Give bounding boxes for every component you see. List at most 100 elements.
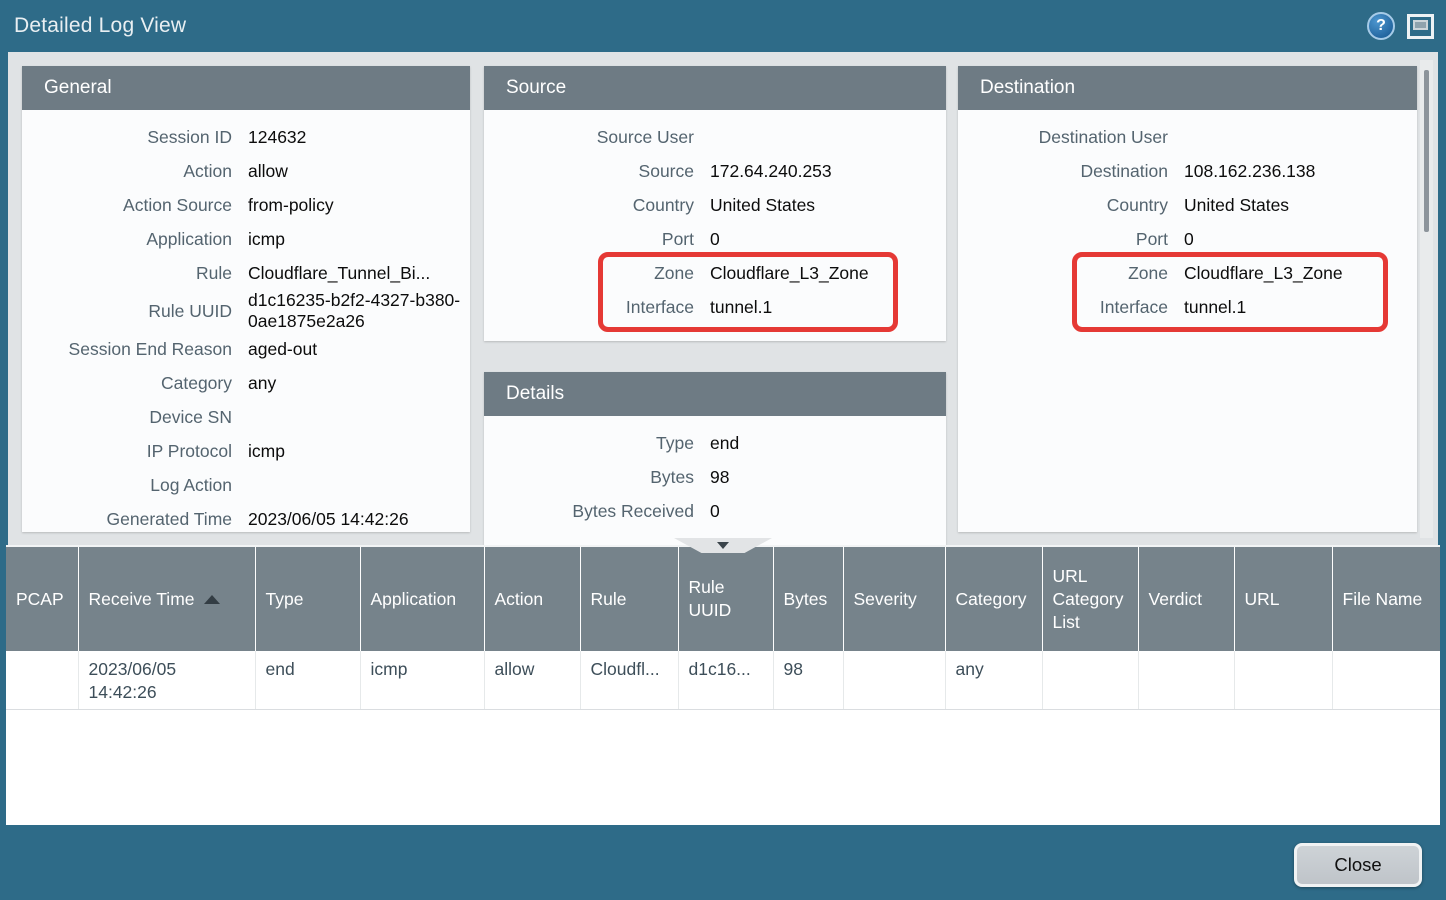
details-panel: Details TypeendBytes98Bytes Received0: [484, 372, 946, 545]
cell-application: icmp: [360, 651, 484, 710]
column-header-url[interactable]: URL: [1234, 547, 1332, 651]
destination-panel-body: Destination User Destination108.162.236.1…: [958, 110, 1417, 324]
column-header-label-file-name: File Name: [1343, 588, 1423, 611]
destination-field-country: CountryUnited States: [958, 188, 1417, 222]
dialog-title: Detailed Log View: [14, 14, 186, 38]
column-header-label-action: Action: [495, 588, 544, 611]
cell-action: allow: [484, 651, 580, 710]
source-panel-header: Source: [484, 66, 946, 110]
cell-url: [1234, 651, 1332, 710]
destination-value-country: United States: [1184, 195, 1417, 216]
source-label-zone: Zone: [484, 263, 694, 284]
source-field-country: CountryUnited States: [484, 188, 946, 222]
general-value-category: any: [248, 373, 470, 394]
general-field-action-source: Action Sourcefrom-policy: [22, 188, 470, 222]
details-label-type: Type: [484, 433, 694, 454]
general-value-session-id: 124632: [248, 127, 470, 148]
dialog-titlebar: Detailed Log View ?: [0, 0, 1446, 52]
column-header-verdict[interactable]: Verdict: [1138, 547, 1234, 651]
maximize-window-icon[interactable]: [1407, 14, 1434, 39]
column-header-bytes[interactable]: Bytes: [773, 547, 843, 651]
details-label-bytes: Bytes: [484, 467, 694, 488]
cell-pcap: [6, 651, 78, 710]
column-header-pcap[interactable]: PCAP: [6, 547, 78, 651]
destination-label-destination-user: Destination User: [958, 127, 1168, 148]
general-value-action: allow: [248, 161, 470, 182]
source-field-source-user: Source User: [484, 120, 946, 154]
column-header-label-bytes: Bytes: [784, 588, 828, 611]
source-field-zone: Zone Cloudflare_L3_Zone: [484, 256, 946, 290]
column-header-rule-uuid[interactable]: Rule UUID: [678, 547, 773, 651]
maximize-window-icon-inner: [1413, 20, 1428, 30]
column-header-category[interactable]: Category: [945, 547, 1042, 651]
column-header-receive-time[interactable]: Receive Time: [78, 547, 255, 651]
column-header-file-name[interactable]: File Name: [1332, 547, 1440, 651]
destination-field-port: Port 0: [958, 222, 1417, 256]
source-field-interface: Interfacetunnel.1: [484, 290, 946, 324]
general-value-rule-uuid: d1c16235-b2f2-4327-b380-0ae1875e2a26: [248, 290, 470, 332]
details-panel-header: Details: [484, 372, 946, 416]
column-header-url-category-list[interactable]: URL Category List: [1042, 547, 1138, 651]
source-value-source: 172.64.240.253: [710, 161, 946, 182]
log-table-row[interactable]: 2023/06/05 14:42:26endicmpallowCloudfl..…: [6, 651, 1440, 710]
column-header-application[interactable]: Application: [360, 547, 484, 651]
destination-value-interface: tunnel.1: [1184, 297, 1417, 318]
column-header-label-rule: Rule: [591, 588, 627, 611]
details-panel-body: TypeendBytes98Bytes Received0: [484, 416, 946, 528]
source-panel-body: Source UserSource172.64.240.253CountryUn…: [484, 110, 946, 324]
general-field-session-end-reason: Session End Reasonaged-out: [22, 332, 470, 366]
general-field-action: Action allow: [22, 154, 470, 188]
destination-value-port: 0: [1184, 229, 1417, 250]
log-table-header-row: PCAPReceive TimeTypeApplication Action Rul…: [6, 547, 1440, 651]
cell-file-name: [1332, 651, 1440, 710]
general-field-category: Categoryany: [22, 366, 470, 400]
destination-panel-header: Destination: [958, 66, 1417, 110]
general-value-ip-protocol: icmp: [248, 441, 470, 462]
details-label-bytes-received: Bytes Received: [484, 501, 694, 522]
general-value-session-end-reason: aged-out: [248, 339, 470, 360]
source-value-country: United States: [710, 195, 946, 216]
log-table: PCAPReceive TimeTypeApplication Action Rul…: [6, 547, 1440, 710]
column-header-label-severity: Severity: [854, 588, 917, 611]
source-label-source-user: Source User: [484, 127, 694, 148]
cell-verdict: [1138, 651, 1234, 710]
destination-field-destination: Destination108.162.236.138: [958, 154, 1417, 188]
cell-severity: [843, 651, 945, 710]
general-label-application: Application: [22, 229, 232, 250]
panels-scrollbar[interactable]: [1420, 60, 1433, 538]
general-label-log-action: Log Action: [22, 475, 232, 496]
source-value-zone: Cloudflare_L3_Zone: [710, 263, 946, 284]
source-label-port: Port: [484, 229, 694, 250]
source-panel: Source Source UserSource172.64.240.253Co…: [484, 66, 946, 341]
log-table-area: PCAPReceive TimeTypeApplication Action Rul…: [6, 545, 1440, 825]
destination-value-zone: Cloudflare_L3_Zone: [1184, 263, 1417, 284]
details-field-bytes: Bytes98: [484, 460, 946, 494]
help-icon[interactable]: ?: [1367, 12, 1395, 40]
details-value-bytes-received: 0: [710, 501, 946, 522]
close-button[interactable]: Close: [1294, 843, 1422, 887]
general-field-ip-protocol: IP Protocolicmp: [22, 434, 470, 468]
destination-label-port: Port: [958, 229, 1168, 250]
log-detail-panels-area: General Session ID124632ActionallowActio…: [8, 52, 1438, 545]
column-header-severity[interactable]: Severity: [843, 547, 945, 651]
general-value-action-source: from-policy: [248, 195, 470, 216]
details-field-type: Typeend: [484, 426, 946, 460]
general-field-rule: RuleCloudflare_Tunnel_Bi...: [22, 256, 470, 290]
general-panel: General Session ID124632ActionallowActio…: [22, 66, 470, 532]
column-header-rule[interactable]: Rule: [580, 547, 678, 651]
general-label-session-id: Session ID: [22, 127, 232, 148]
details-value-type: end: [710, 433, 946, 454]
destination-label-destination: Destination: [958, 161, 1168, 182]
cell-rule-uuid: d1c16...: [678, 651, 773, 710]
column-header-type[interactable]: Type: [255, 547, 360, 651]
column-header-action[interactable]: Action: [484, 547, 580, 651]
cell-type: end: [255, 651, 360, 710]
panels-scrollbar-thumb[interactable]: [1424, 70, 1429, 232]
destination-label-interface: Interface: [958, 297, 1168, 318]
general-field-session-id: Session ID 124632: [22, 120, 470, 154]
general-panel-body: Session ID 124632 Action allow Action Source…: [22, 110, 470, 532]
column-header-label-verdict: Verdict: [1149, 588, 1203, 611]
destination-panel: Destination Destination User Destination1…: [958, 66, 1417, 532]
general-field-application: Applicationicmp: [22, 222, 470, 256]
general-label-action: Action: [22, 161, 232, 182]
